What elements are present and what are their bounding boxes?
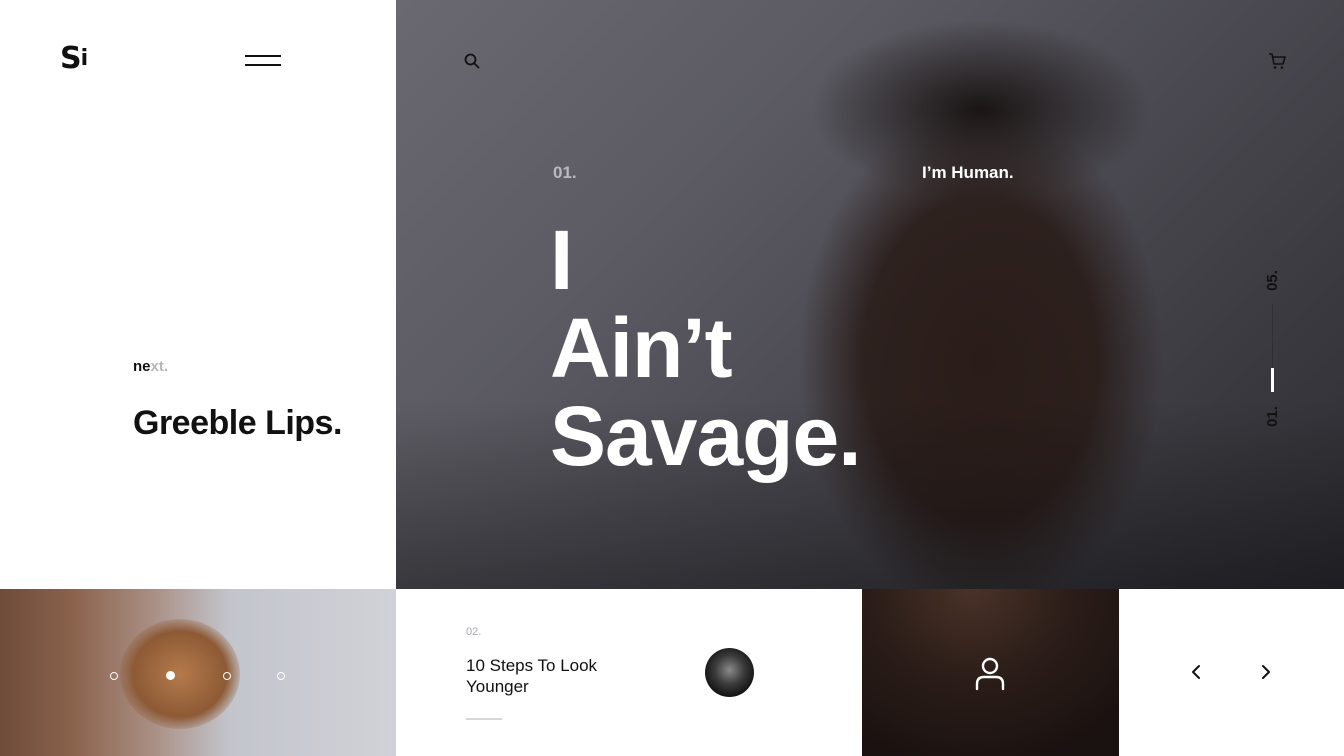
left-panel: Si next. Greeble Lips. — [0, 0, 396, 589]
article-card[interactable]: 02. 10 Steps To Look Younger — [396, 589, 862, 756]
headline-line-2: Ain’t — [550, 301, 733, 395]
next-label: next. — [133, 358, 168, 375]
author-avatar[interactable] — [705, 648, 754, 697]
next-label-bold: ne — [133, 358, 151, 375]
article-number: 02. — [466, 626, 482, 638]
brand-logo[interactable]: Si — [60, 41, 88, 76]
next-slide-title[interactable]: Greeble Lips. — [133, 403, 363, 443]
user-panel — [862, 589, 1119, 756]
carousel-dot-2[interactable] — [166, 671, 175, 680]
hamburger-menu-icon[interactable] — [245, 55, 281, 67]
logo-letter: S — [60, 41, 82, 76]
logo-dot: i — [80, 46, 88, 71]
counter-total: 05. — [1263, 270, 1281, 291]
chevron-left-icon[interactable] — [1189, 664, 1203, 680]
carousel-dots — [110, 671, 290, 682]
carousel-dot-3[interactable] — [223, 672, 231, 680]
search-icon[interactable] — [464, 53, 480, 69]
user-icon[interactable] — [975, 657, 1005, 691]
chevron-right-icon[interactable] — [1259, 664, 1273, 680]
headline-line-3: Savage. — [550, 389, 862, 483]
slider-navigation — [1119, 589, 1344, 756]
slide-counter: 05. 01. — [1258, 262, 1288, 432]
article-divider — [466, 718, 502, 720]
next-label-light: xt. — [150, 358, 169, 375]
slide-tag: I’m Human. — [922, 163, 1014, 182]
hero-image: 01. I’m Human. I Ain’t Savage. 05. 01. — [396, 0, 1344, 589]
cart-icon[interactable] — [1268, 52, 1286, 70]
article-title[interactable]: 10 Steps To Look Younger — [466, 655, 636, 697]
headline-line-1: I — [550, 213, 573, 307]
counter-current: 01. — [1263, 406, 1281, 427]
hero-headline: I Ain’t Savage. — [550, 216, 970, 480]
slide-number: 01. — [553, 163, 577, 182]
carousel-dot-4[interactable] — [277, 672, 285, 680]
counter-progress — [1271, 368, 1274, 392]
carousel-dot-1[interactable] — [110, 672, 118, 680]
